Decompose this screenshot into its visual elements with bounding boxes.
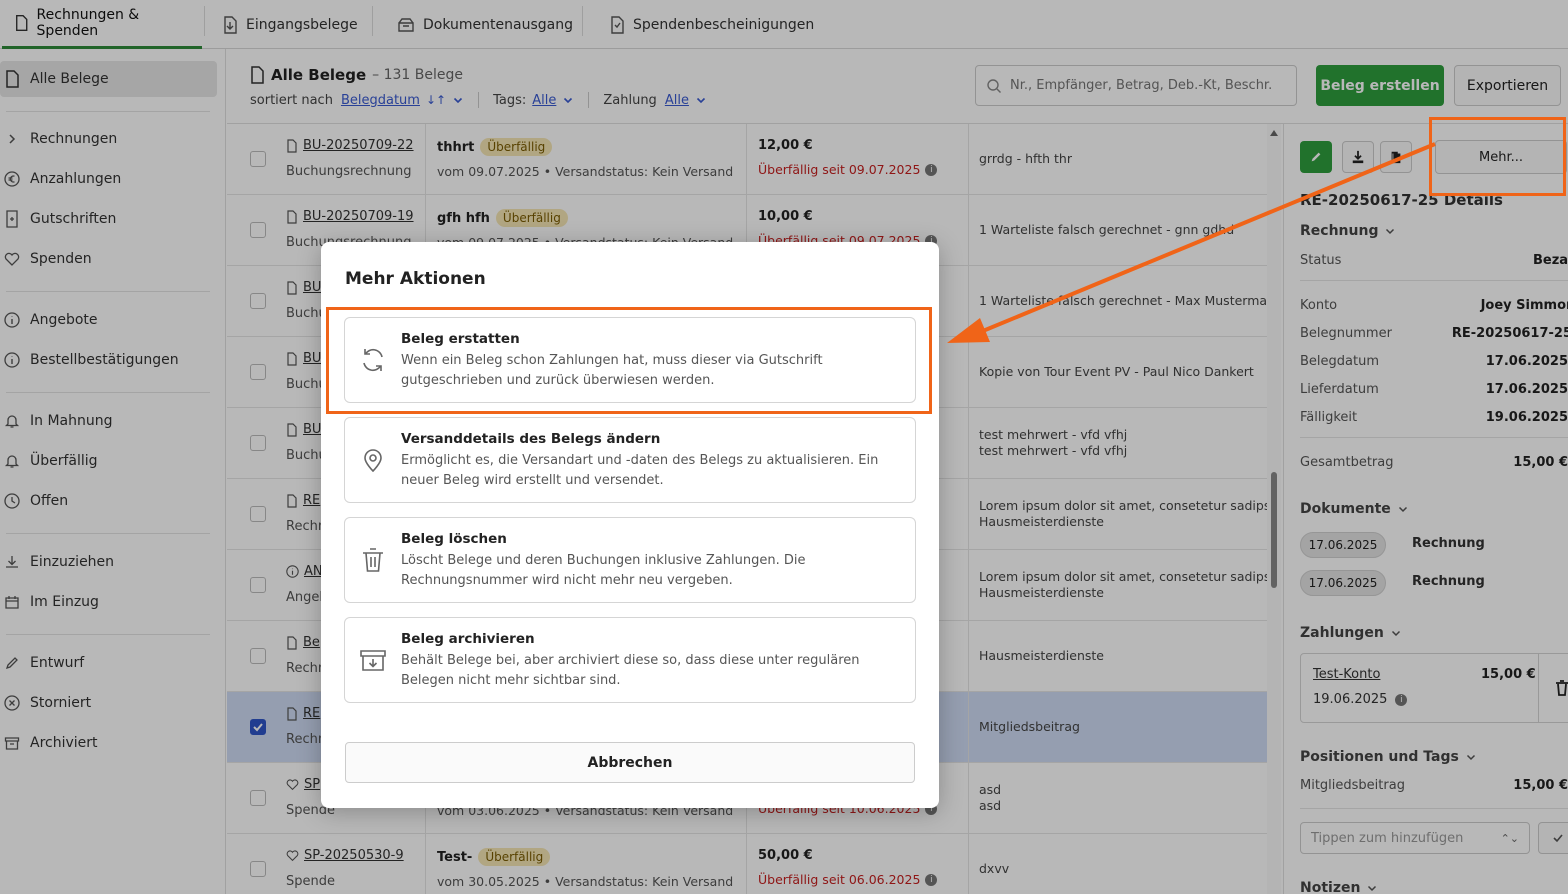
- annotation-arrow-icon: [947, 142, 1436, 343]
